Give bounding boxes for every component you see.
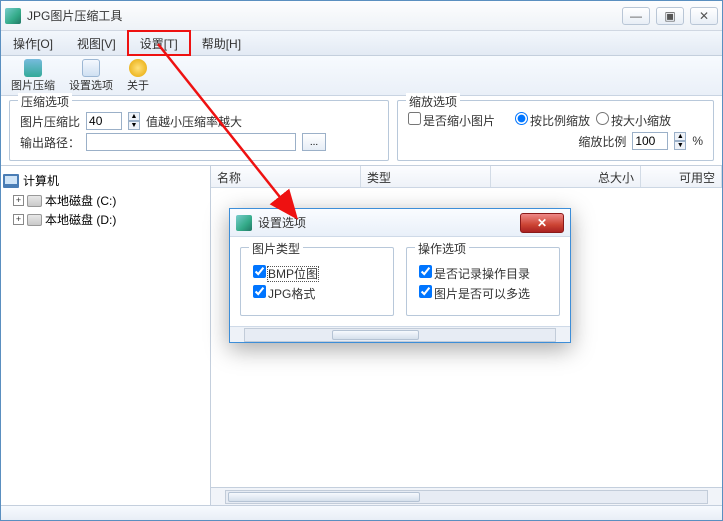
tree-pane[interactable]: 计算机 + 本地磁盘 (C:) + 本地磁盘 (D:) bbox=[1, 166, 211, 505]
ratio-hint: 值越小压缩率越大 bbox=[146, 113, 242, 130]
spin-up-icon[interactable]: ▲ bbox=[128, 112, 140, 121]
group-scale: 缩放选项 是否缩小图片 按比例缩放 按大小缩放 缩放比例 ▲▼ % bbox=[397, 100, 714, 161]
group-op-title: 操作选项 bbox=[415, 240, 469, 257]
drive-icon bbox=[27, 214, 42, 226]
dialog-icon bbox=[236, 215, 252, 231]
minimize-button[interactable]: — bbox=[622, 7, 650, 25]
check-bmp[interactable]: BMP位图 bbox=[253, 265, 318, 282]
tree-node-drive-d[interactable]: + 本地磁盘 (D:) bbox=[3, 210, 208, 229]
window-controls: — ▣ ✕ bbox=[622, 7, 718, 25]
check-multi-select-box[interactable] bbox=[419, 285, 432, 298]
hscroll-track[interactable] bbox=[244, 328, 556, 342]
hscroll-thumb[interactable] bbox=[228, 492, 420, 502]
check-record-dir[interactable]: 是否记录操作目录 bbox=[419, 265, 530, 282]
expander-icon[interactable]: + bbox=[13, 195, 24, 206]
group-image-type-title: 图片类型 bbox=[249, 240, 303, 257]
check-bmp-box[interactable] bbox=[253, 265, 266, 278]
check-record-dir-box[interactable] bbox=[419, 265, 432, 278]
titlebar: JPG图片压缩工具 — ▣ ✕ bbox=[1, 1, 722, 31]
dialog-title: 设置选项 bbox=[258, 214, 520, 231]
scale-ratio-input[interactable] bbox=[632, 132, 668, 150]
path-input[interactable] bbox=[86, 133, 296, 151]
list-hscroll[interactable] bbox=[211, 487, 722, 505]
menu-operate[interactable]: 操作[O] bbox=[1, 31, 65, 55]
col-type[interactable]: 类型 bbox=[361, 166, 491, 187]
toolbar: 图片压缩 设置选项 关于 bbox=[1, 56, 722, 96]
list-header: 名称 类型 总大小 可用空 bbox=[211, 166, 722, 188]
tool-options[interactable]: 设置选项 bbox=[69, 59, 113, 93]
options-icon bbox=[82, 59, 100, 77]
options-panels: 压缩选项 图片压缩比 ▲▼ 值越小压缩率越大 输出路径： ... 缩放选项 是否… bbox=[1, 96, 722, 165]
menu-settings[interactable]: 设置[T] bbox=[128, 31, 190, 55]
scale-spinner[interactable]: ▲▼ bbox=[674, 132, 686, 150]
menubar: 操作[O] 视图[V] 设置[T] 帮助[H] bbox=[1, 31, 722, 56]
group-scale-title: 缩放选项 bbox=[406, 93, 460, 110]
tree-node-label: 本地磁盘 (C:) bbox=[45, 192, 116, 209]
tool-about-label: 关于 bbox=[127, 77, 149, 93]
scale-ratio-label: 缩放比例 bbox=[578, 133, 626, 150]
ratio-input[interactable] bbox=[86, 112, 122, 130]
check-multi-select[interactable]: 图片是否可以多选 bbox=[419, 285, 530, 302]
compress-icon bbox=[24, 59, 42, 77]
scale-by-size[interactable]: 按大小缩放 bbox=[596, 112, 671, 129]
tree-node-drive-c[interactable]: + 本地磁盘 (C:) bbox=[3, 191, 208, 210]
maximize-button[interactable]: ▣ bbox=[656, 7, 684, 25]
dialog-close-button[interactable]: ✕ bbox=[520, 213, 564, 233]
tree-node-label: 本地磁盘 (D:) bbox=[45, 211, 116, 228]
scale-enable[interactable]: 是否缩小图片 bbox=[408, 112, 495, 129]
group-op-options: 操作选项 是否记录操作目录 图片是否可以多选 bbox=[406, 247, 560, 316]
hscroll-track[interactable] bbox=[225, 490, 708, 504]
browse-button[interactable]: ... bbox=[302, 133, 326, 151]
scale-percent: % bbox=[692, 134, 703, 148]
drive-icon bbox=[27, 195, 42, 207]
tool-about[interactable]: 关于 bbox=[127, 59, 149, 93]
hscroll-thumb[interactable] bbox=[332, 330, 419, 340]
close-button[interactable]: ✕ bbox=[690, 7, 718, 25]
col-name[interactable]: 名称 bbox=[211, 166, 361, 187]
tree-root-label: 计算机 bbox=[23, 172, 59, 189]
path-label: 输出路径： bbox=[20, 134, 80, 151]
group-image-type: 图片类型 BMP位图 JPG格式 bbox=[240, 247, 394, 316]
expander-icon[interactable]: + bbox=[13, 214, 24, 225]
about-icon bbox=[129, 59, 147, 77]
dialog-titlebar[interactable]: 设置选项 ✕ bbox=[230, 209, 570, 237]
ratio-label: 图片压缩比 bbox=[20, 113, 80, 130]
tool-options-label: 设置选项 bbox=[69, 77, 113, 93]
spin-down-icon[interactable]: ▼ bbox=[128, 121, 140, 130]
scale-enable-checkbox[interactable] bbox=[408, 112, 421, 125]
menu-view[interactable]: 视图[V] bbox=[65, 31, 128, 55]
app-icon bbox=[5, 8, 21, 24]
check-jpg-box[interactable] bbox=[253, 285, 266, 298]
statusbar bbox=[1, 505, 722, 520]
dialog-hscroll[interactable] bbox=[230, 326, 570, 342]
scale-by-ratio[interactable]: 按比例缩放 bbox=[515, 112, 590, 129]
group-compress: 压缩选项 图片压缩比 ▲▼ 值越小压缩率越大 输出路径： ... bbox=[9, 100, 389, 161]
check-jpg[interactable]: JPG格式 bbox=[253, 285, 315, 302]
menu-help[interactable]: 帮助[H] bbox=[190, 31, 253, 55]
col-total[interactable]: 总大小 bbox=[491, 166, 641, 187]
group-compress-title: 压缩选项 bbox=[18, 93, 72, 110]
spin-up-icon[interactable]: ▲ bbox=[674, 132, 686, 141]
scale-by-size-radio[interactable] bbox=[596, 112, 609, 125]
tool-compress[interactable]: 图片压缩 bbox=[11, 59, 55, 93]
ratio-spinner[interactable]: ▲▼ bbox=[128, 112, 140, 130]
settings-dialog: 设置选项 ✕ 图片类型 BMP位图 JPG格式 操作选项 是否记录操作目录 图片… bbox=[229, 208, 571, 343]
col-free[interactable]: 可用空 bbox=[641, 166, 722, 187]
dialog-body: 图片类型 BMP位图 JPG格式 操作选项 是否记录操作目录 图片是否可以多选 bbox=[230, 237, 570, 326]
tool-compress-label: 图片压缩 bbox=[11, 77, 55, 93]
computer-icon bbox=[3, 174, 19, 188]
scale-by-ratio-radio[interactable] bbox=[515, 112, 528, 125]
spin-down-icon[interactable]: ▼ bbox=[674, 141, 686, 150]
window-title: JPG图片压缩工具 bbox=[27, 7, 622, 24]
tree-root[interactable]: 计算机 bbox=[3, 170, 208, 191]
